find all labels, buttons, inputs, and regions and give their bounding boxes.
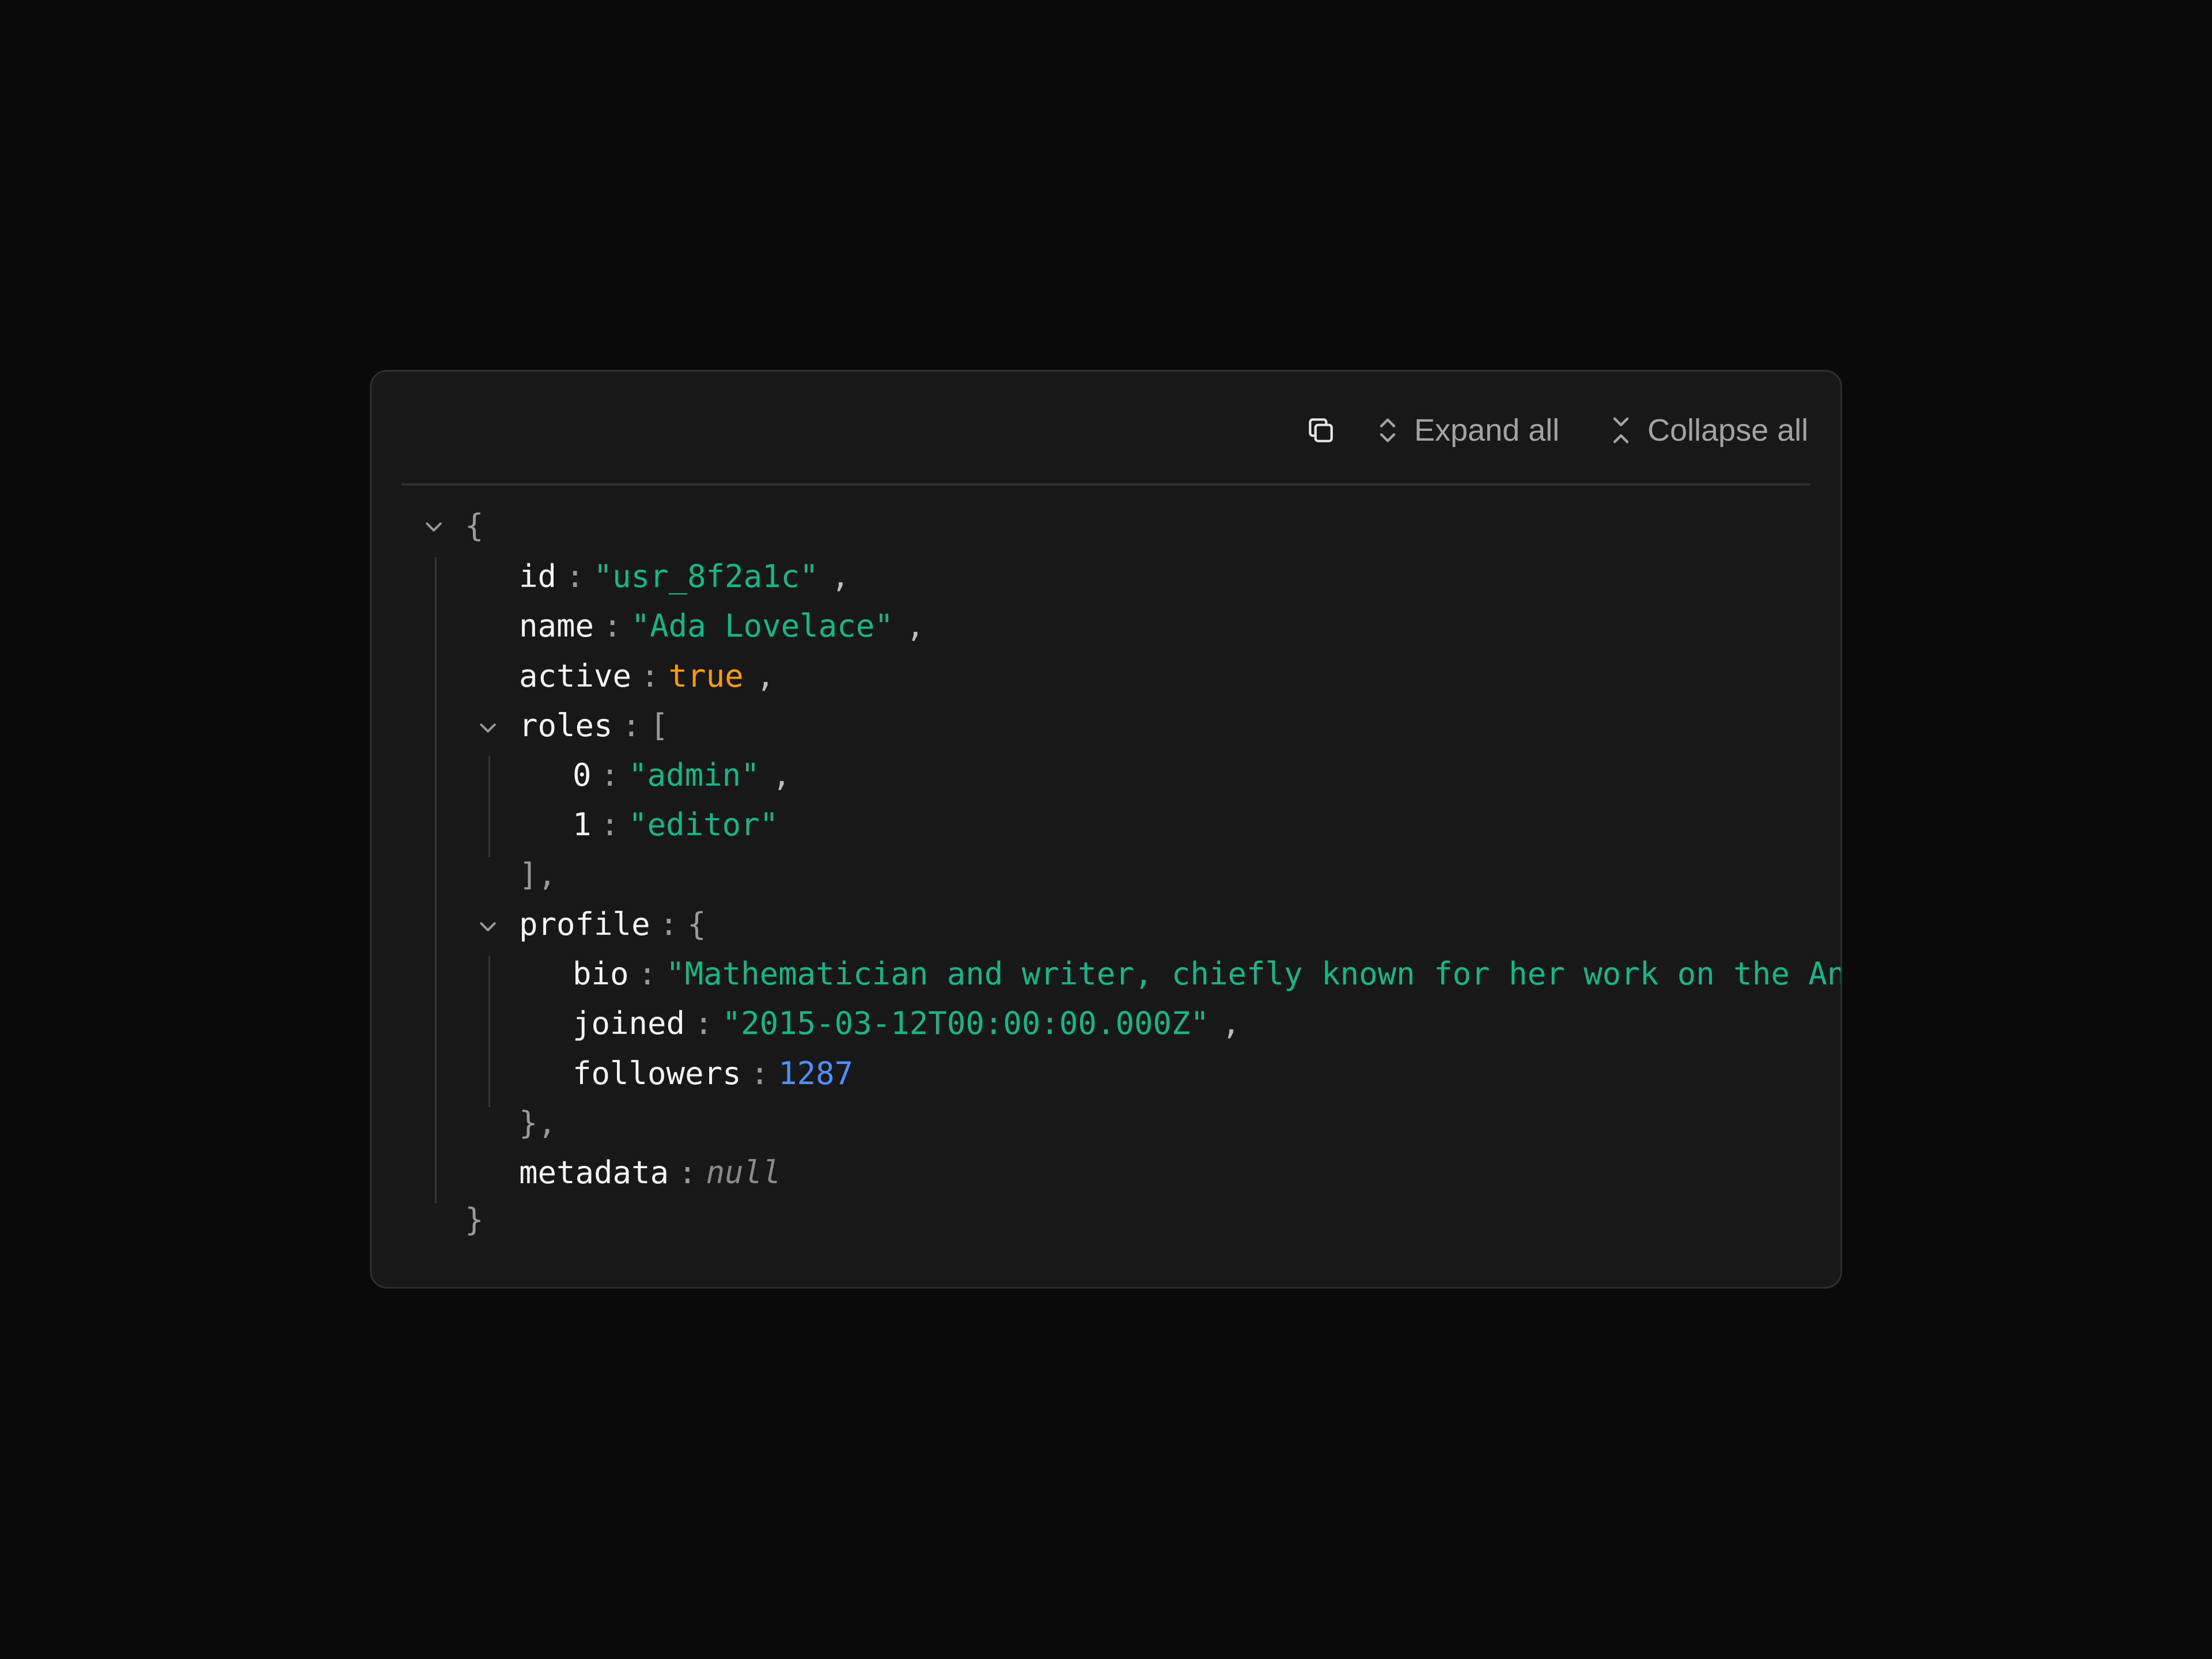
tree-row-bio[interactable]: bio : "Mathematician and writer, chiefly… xyxy=(573,949,1842,999)
profile-close-brace: }, xyxy=(519,1105,557,1141)
index-1: 1 xyxy=(573,806,592,843)
colon: : xyxy=(622,707,641,744)
json-tree: { id : "usr_8f2a1c" , name : "Ada Lovela… xyxy=(372,486,1840,1287)
comma: , xyxy=(831,558,850,594)
colon: : xyxy=(641,658,660,694)
value-active: true xyxy=(668,658,744,694)
roles-collapse-toggle[interactable] xyxy=(474,714,502,742)
chevrons-down-up-icon xyxy=(1608,414,1634,446)
colon: : xyxy=(750,1055,770,1092)
profile-guide-line xyxy=(488,956,490,1107)
collapse-all-button[interactable]: Collapse all xyxy=(1608,412,1808,449)
chevrons-up-down-icon xyxy=(1375,414,1400,446)
tree-row-profile[interactable]: profile : { xyxy=(519,900,706,949)
profile-collapse-toggle[interactable] xyxy=(474,913,502,941)
tree-row-metadata[interactable]: metadata : null xyxy=(519,1148,781,1198)
expand-all-button[interactable]: Expand all xyxy=(1375,412,1559,449)
comma: , xyxy=(906,608,925,644)
chevron-down-icon xyxy=(422,509,445,546)
key-roles: roles xyxy=(519,707,613,744)
key-profile: profile xyxy=(519,906,650,942)
root-open-brace: { xyxy=(465,507,484,544)
root-close-brace: } xyxy=(465,1202,484,1238)
key-bio: bio xyxy=(573,956,629,992)
key-id: id xyxy=(519,558,557,594)
colon: : xyxy=(659,906,679,942)
value-roles-1: "editor" xyxy=(628,806,779,843)
roles-close-line: ], xyxy=(519,850,556,900)
copy-icon xyxy=(1305,414,1337,446)
roles-close-bracket: ], xyxy=(519,857,557,893)
key-name: name xyxy=(519,608,594,644)
profile-close-line: }, xyxy=(519,1099,556,1148)
key-metadata: metadata xyxy=(519,1154,669,1191)
value-bio: "Mathematician and writer, chiefly known… xyxy=(666,956,1842,992)
colon: : xyxy=(678,1154,697,1191)
colon: : xyxy=(694,1005,713,1041)
profile-open-brace: { xyxy=(687,906,706,942)
root-guide-line xyxy=(435,557,437,1203)
value-followers: 1287 xyxy=(778,1055,854,1092)
collapse-all-label: Collapse all xyxy=(1647,413,1809,448)
value-roles-0: "admin" xyxy=(628,757,760,793)
colon: : xyxy=(600,806,620,843)
comma: , xyxy=(772,757,791,793)
value-joined: "2015-03-12T00:00:00.000Z" xyxy=(722,1005,1209,1041)
tree-row-roles-0[interactable]: 0 : "admin" , xyxy=(573,751,791,800)
root-open-line: { xyxy=(465,501,484,551)
value-metadata: null xyxy=(706,1154,781,1191)
colon: : xyxy=(566,558,585,594)
tree-row-roles[interactable]: roles : [ xyxy=(519,701,669,751)
toolbar: Expand all Collapse all xyxy=(402,372,1810,486)
tree-row-name[interactable]: name : "Ada Lovelace" , xyxy=(519,601,925,651)
roles-open-bracket: [ xyxy=(650,707,669,744)
key-active: active xyxy=(519,658,632,694)
key-followers: followers xyxy=(573,1055,741,1092)
colon: : xyxy=(638,956,657,992)
key-joined: joined xyxy=(573,1005,685,1041)
chevron-down-icon xyxy=(476,710,499,747)
roles-guide-line xyxy=(488,756,490,857)
copy-button[interactable] xyxy=(1302,412,1339,449)
root-collapse-toggle[interactable] xyxy=(420,513,448,541)
comma: , xyxy=(1221,1005,1241,1041)
tree-row-roles-1[interactable]: 1 : "editor" xyxy=(573,800,778,850)
tree-row-active[interactable]: active : true , xyxy=(519,652,775,701)
tree-row-followers[interactable]: followers : 1287 xyxy=(573,1049,853,1099)
value-id: "usr_8f2a1c" xyxy=(593,558,819,594)
json-viewer-panel: Expand all Collapse all {id: "usr_8f2a… xyxy=(370,370,1842,1289)
colon: : xyxy=(603,608,622,644)
root-close-line: } xyxy=(465,1195,484,1245)
chevron-down-icon xyxy=(476,909,499,945)
value-name: "Ada Lovelace" xyxy=(631,608,893,644)
expand-all-label: Expand all xyxy=(1414,413,1560,448)
comma: , xyxy=(756,658,775,694)
colon: : xyxy=(600,757,620,793)
index-0: 0 xyxy=(573,757,592,793)
tree-row-joined[interactable]: joined : "2015-03-12T00:00:00.000Z" , xyxy=(573,999,1240,1048)
tree-row-id[interactable]: id : "usr_8f2a1c" , xyxy=(519,552,850,601)
